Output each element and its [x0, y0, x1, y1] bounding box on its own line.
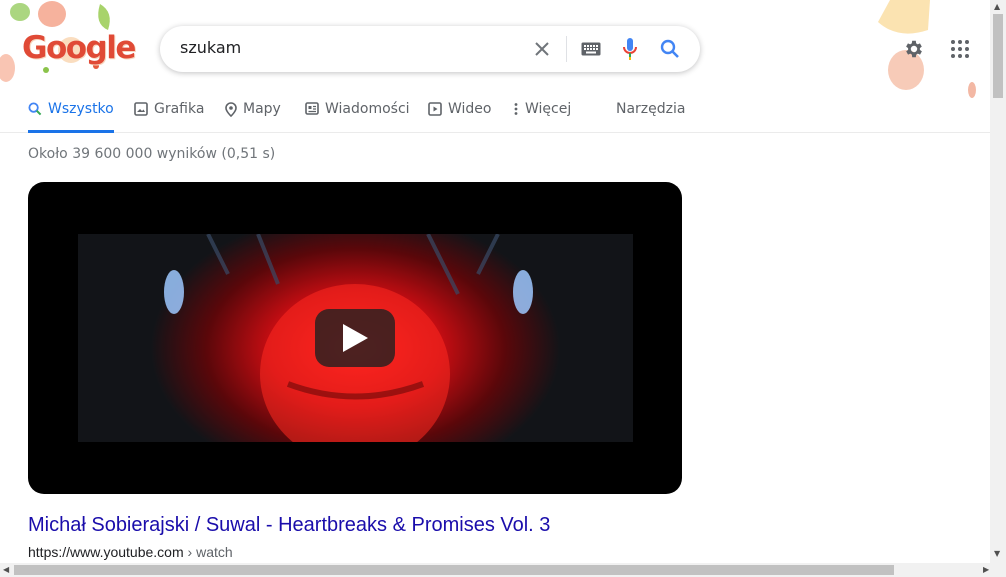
tab-images[interactable]: Grafika: [134, 101, 204, 133]
more-vert-icon: [514, 103, 518, 115]
gear-icon[interactable]: [902, 37, 926, 61]
play-icon: [343, 324, 368, 352]
tab-label: Narzędzia: [616, 101, 686, 117]
play-button[interactable]: [315, 309, 395, 367]
video-thumbnail[interactable]: [28, 182, 682, 494]
scroll-left-icon[interactable]: ◀: [3, 566, 9, 574]
tab-tools[interactable]: Narzędzia: [616, 101, 685, 133]
vertical-scroll-thumb[interactable]: [993, 14, 1003, 98]
result-stats: Około 39 600 000 wyników (0,51 s): [28, 146, 276, 162]
horizontal-scroll-thumb[interactable]: [14, 565, 894, 575]
tab-videos[interactable]: Wideo: [428, 101, 492, 133]
tab-label: Więcej: [525, 101, 572, 117]
apps-grid-icon[interactable]: [948, 37, 972, 61]
search-tabs: Wszystko Grafika Mapy Wiadomości Wideo W…: [0, 90, 990, 133]
vertical-scrollbar[interactable]: ▲ ▼: [990, 0, 1006, 563]
search-icon[interactable]: [658, 37, 682, 61]
result-url-path: › watch: [183, 544, 233, 560]
result-title-link[interactable]: Michał Sobierajski / Suwal - Heartbreaks…: [28, 514, 550, 537]
tab-news[interactable]: Wiadomości: [305, 101, 410, 133]
image-icon: [134, 102, 148, 116]
horizontal-scrollbar[interactable]: ◀ ▶: [0, 563, 1006, 577]
scroll-right-icon[interactable]: ▶: [983, 566, 989, 574]
search-input[interactable]: szukam: [180, 38, 241, 57]
tab-more[interactable]: Więcej: [513, 101, 571, 133]
scroll-up-icon[interactable]: ▲: [994, 3, 1000, 11]
logo-text: Google: [22, 30, 136, 66]
tab-maps[interactable]: Mapy: [225, 101, 281, 133]
tab-label: Wideo: [448, 101, 492, 117]
search-box[interactable]: szukam: [160, 26, 700, 72]
scroll-down-icon[interactable]: ▼: [994, 550, 1000, 558]
map-pin-icon: [225, 102, 237, 117]
google-doodle-logo[interactable]: Google: [0, 0, 136, 90]
play-icon: [428, 102, 442, 116]
tab-all[interactable]: Wszystko: [28, 101, 114, 133]
tab-label: Grafika: [154, 101, 205, 117]
tab-label: Wiadomości: [325, 101, 410, 117]
tab-label: Mapy: [243, 101, 281, 117]
result-url-domain: https://www.youtube.com: [28, 544, 184, 560]
microphone-icon[interactable]: [618, 37, 642, 61]
close-icon[interactable]: [530, 37, 554, 61]
search-icon: [28, 102, 42, 116]
result-url[interactable]: https://www.youtube.com › watch: [28, 544, 233, 560]
news-icon: [305, 102, 319, 115]
tab-label: Wszystko: [48, 101, 114, 117]
keyboard-icon[interactable]: [579, 37, 603, 61]
search-divider: [566, 36, 567, 62]
